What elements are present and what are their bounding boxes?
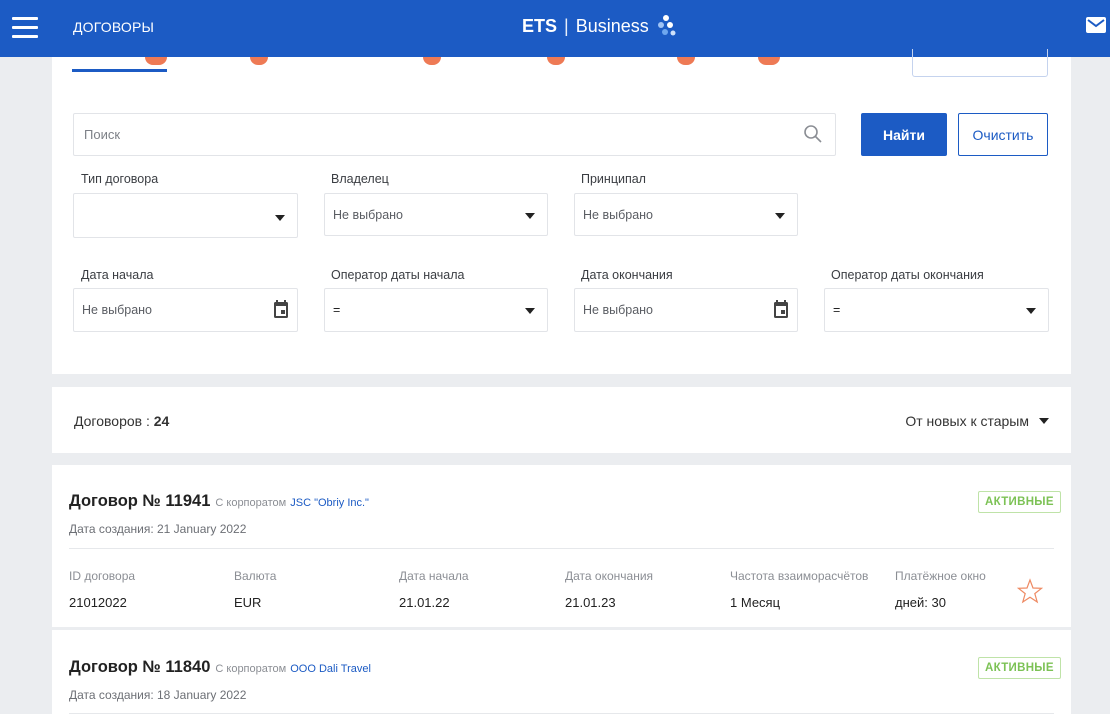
contract-type-label: Тип договора bbox=[81, 172, 159, 186]
tab-count-badge[interactable] bbox=[250, 57, 268, 65]
tab-count-badge[interactable] bbox=[145, 57, 167, 65]
end-operator-value: = bbox=[833, 303, 841, 317]
principal-value: Не выбрано bbox=[583, 208, 653, 222]
brand-ets: ETS bbox=[522, 15, 558, 36]
contract-id-value: 21012022 bbox=[69, 595, 127, 610]
end-operator-label: Оператор даты окончания bbox=[831, 268, 984, 282]
contract-title: Договор № 11941 С корпоратом JSC "Obriy … bbox=[69, 492, 369, 511]
contract-with-label: С корпоратом bbox=[215, 497, 287, 509]
start-operator-select[interactable]: = bbox=[324, 288, 548, 332]
payment-window-value: дней: 30 bbox=[895, 595, 946, 610]
start-date-cell: 21.01.22 bbox=[399, 595, 450, 610]
tab-count-badge[interactable] bbox=[423, 57, 441, 65]
brand-dots-icon bbox=[657, 15, 676, 36]
chevron-down-icon bbox=[525, 308, 535, 314]
tab-active-indicator bbox=[72, 69, 167, 72]
column-header-start: Дата начала bbox=[399, 569, 469, 583]
column-header-currency: Валюта bbox=[234, 569, 277, 583]
owner-label: Владелец bbox=[331, 172, 389, 186]
start-operator-value: = bbox=[333, 303, 341, 317]
find-button[interactable]: Найти bbox=[861, 113, 947, 156]
sort-label: От новых к старым bbox=[905, 413, 1029, 429]
clear-button[interactable]: Очистить bbox=[958, 113, 1048, 156]
sort-dropdown[interactable]: От новых к старым bbox=[905, 413, 1049, 429]
search-input[interactable] bbox=[74, 114, 774, 155]
contract-with-label: С корпоратом bbox=[215, 663, 287, 675]
contract-number: Договор № 11941 bbox=[69, 492, 211, 510]
column-header-payment-window: Платёжное окно bbox=[895, 569, 986, 583]
brand-business: Business bbox=[575, 15, 649, 36]
end-operator-select[interactable]: = bbox=[824, 288, 1049, 332]
start-date-picker[interactable]: Не выбрано bbox=[73, 288, 298, 332]
page-title: ДОГОВОРЫ bbox=[73, 19, 155, 35]
start-date-label: Дата начала bbox=[81, 268, 154, 282]
divider bbox=[69, 548, 1054, 549]
chevron-down-icon bbox=[1026, 308, 1036, 314]
tab-count-badge[interactable] bbox=[758, 57, 780, 65]
principal-select[interactable]: Не выбрано bbox=[574, 193, 798, 236]
contract-card[interactable]: Договор № 11840 С корпоратом OOO Dali Tr… bbox=[52, 630, 1071, 714]
start-date-value: Не выбрано bbox=[82, 303, 152, 317]
corporate-link[interactable]: OOO Dali Travel bbox=[290, 663, 371, 675]
end-date-picker[interactable]: Не выбрано bbox=[574, 288, 798, 332]
tab-count-badge[interactable] bbox=[677, 57, 695, 65]
contract-number: Договор № 11840 bbox=[69, 658, 211, 676]
chevron-down-icon bbox=[775, 213, 785, 219]
tab-count-badge[interactable] bbox=[547, 57, 565, 65]
end-date-label: Дата окончания bbox=[581, 268, 673, 282]
corporate-link[interactable]: JSC "Obriy Inc." bbox=[290, 497, 369, 509]
contracts-count: Договоров : 24 bbox=[74, 413, 170, 429]
column-header-frequency: Частота взаиморасчётов bbox=[730, 569, 869, 583]
principal-label: Принципал bbox=[581, 172, 646, 186]
contract-title: Договор № 11840 С корпоратом OOO Dali Tr… bbox=[69, 658, 371, 677]
frequency-value: 1 Месяц bbox=[730, 595, 781, 610]
filters-panel: Найти Очистить Тип договора Владелец Не … bbox=[52, 49, 1071, 374]
results-summary-bar: Договоров : 24 От новых к старым bbox=[52, 387, 1071, 453]
currency-value: EUR bbox=[234, 595, 262, 610]
status-tabs bbox=[72, 57, 780, 73]
calendar-icon[interactable] bbox=[773, 299, 789, 319]
mail-icon[interactable] bbox=[1086, 17, 1106, 33]
brand-logo: ETS | Business bbox=[522, 14, 677, 38]
brand-separator: | bbox=[564, 15, 569, 36]
status-badge: АКТИВНЫЕ bbox=[978, 491, 1061, 513]
column-header-end: Дата окончания bbox=[565, 569, 654, 583]
chevron-down-icon bbox=[1039, 418, 1049, 424]
start-operator-label: Оператор даты начала bbox=[331, 268, 465, 282]
calendar-icon[interactable] bbox=[273, 299, 289, 319]
hamburger-icon[interactable] bbox=[12, 17, 38, 39]
contract-created-date: Дата создания: 18 January 2022 bbox=[69, 688, 247, 702]
search-icon[interactable] bbox=[803, 124, 823, 144]
column-header-id: ID договора bbox=[69, 569, 136, 583]
end-date-value: Не выбрано bbox=[583, 303, 653, 317]
owner-value: Не выбрано bbox=[333, 208, 403, 222]
chevron-down-icon bbox=[525, 213, 535, 219]
more-actions-button[interactable] bbox=[912, 49, 1048, 77]
star-icon[interactable] bbox=[1017, 578, 1043, 604]
end-date-cell: 21.01.23 bbox=[565, 595, 616, 610]
contract-type-select[interactable] bbox=[73, 193, 298, 238]
search-field[interactable] bbox=[73, 113, 836, 156]
chevron-down-icon bbox=[275, 215, 285, 221]
contract-created-date: Дата создания: 21 January 2022 bbox=[69, 522, 247, 536]
contract-card[interactable]: Договор № 11941 С корпоратом JSC "Obriy … bbox=[52, 465, 1071, 627]
status-badge: АКТИВНЫЕ bbox=[978, 657, 1061, 679]
owner-select[interactable]: Не выбрано bbox=[324, 193, 548, 236]
